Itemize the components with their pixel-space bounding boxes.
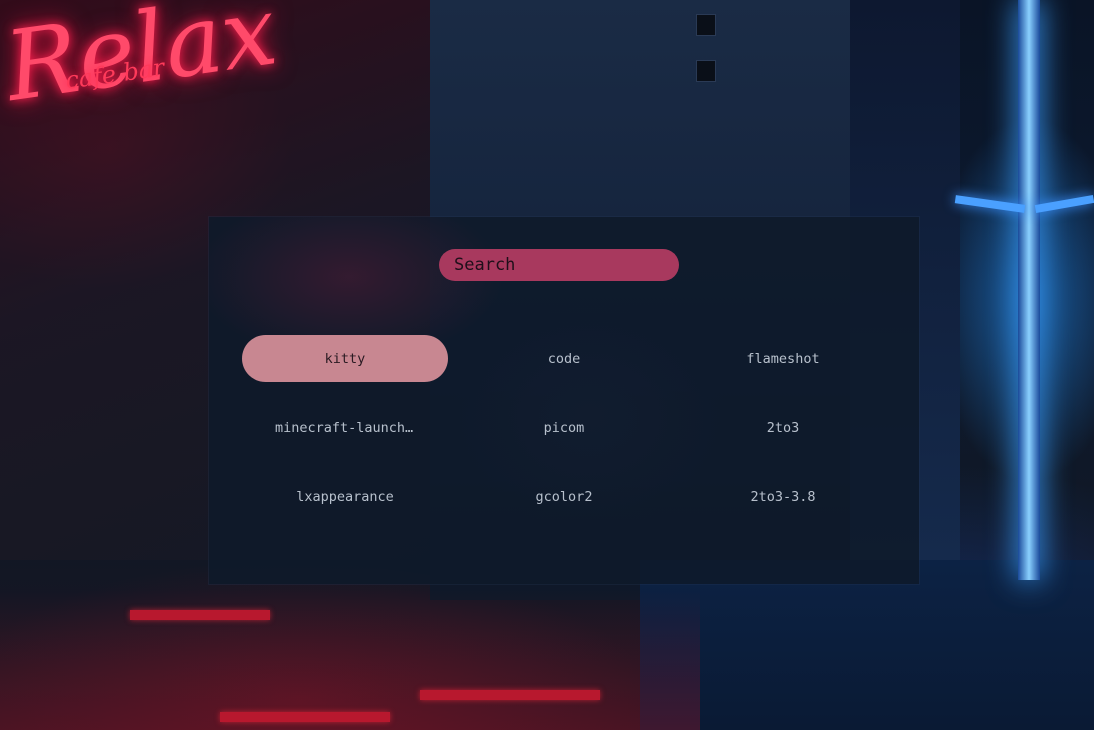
app-item-code[interactable]: code: [461, 335, 667, 382]
app-grid: kitty code flameshot minecraft-launcher …: [242, 335, 886, 520]
app-item-2to3[interactable]: 2to3: [680, 404, 886, 451]
app-item-gcolor2[interactable]: gcolor2: [461, 473, 667, 520]
app-item-lxappearance[interactable]: lxappearance: [242, 473, 448, 520]
app-label: 2to3: [766, 419, 800, 436]
app-launcher: kitty code flameshot minecraft-launcher …: [209, 217, 919, 584]
app-label: lxappearance: [296, 488, 394, 505]
wallpaper-street: [640, 560, 1094, 730]
app-label: flameshot: [746, 350, 820, 367]
app-label: 2to3-3.8: [750, 488, 816, 505]
app-item-2to3-3.8[interactable]: 2to3-3.8: [680, 473, 886, 520]
app-item-picom[interactable]: picom: [461, 404, 667, 451]
search-input[interactable]: [454, 255, 664, 275]
app-label: code: [547, 350, 581, 367]
wallpaper-window: [696, 60, 716, 82]
app-item-minecraft-launcher[interactable]: minecraft-launcher: [242, 404, 448, 451]
wallpaper-lamp-arm: [1034, 194, 1094, 214]
wallpaper-table: [130, 610, 270, 620]
app-label: minecraft-launcher: [275, 419, 415, 436]
wallpaper-lamp-arm: [954, 195, 1026, 213]
wallpaper-table: [420, 690, 600, 700]
app-label: kitty: [324, 350, 366, 367]
wallpaper-cafe-tables: [0, 590, 700, 730]
app-item-flameshot[interactable]: flameshot: [680, 335, 886, 382]
wallpaper-table: [220, 712, 390, 722]
wallpaper-street-lamp: [1018, 0, 1040, 580]
wallpaper-neon-sign: Relax: [0, 0, 284, 123]
app-item-kitty[interactable]: kitty: [242, 335, 448, 382]
app-label: picom: [543, 419, 585, 436]
search-bar[interactable]: [439, 249, 679, 281]
wallpaper-window: [696, 14, 716, 36]
app-label: gcolor2: [535, 488, 593, 505]
